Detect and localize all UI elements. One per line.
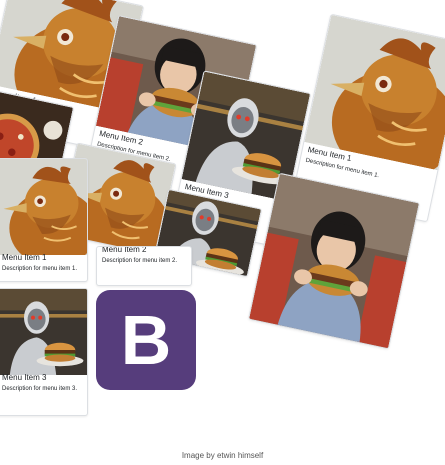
image-credit: Image by etwin himself bbox=[181, 451, 264, 460]
girl-burger-image bbox=[249, 174, 419, 349]
card-description: Description for menu item 2. bbox=[102, 258, 178, 264]
chicken-image bbox=[0, 159, 87, 255]
card-title: Menu Item 3 bbox=[2, 373, 47, 382]
menu-card: Menu Item 1 Description for menu item 1. bbox=[0, 158, 88, 282]
menu-card bbox=[247, 172, 421, 350]
menu-cards-collage: Menu Item 1 Description for menu item 1.… bbox=[0, 0, 445, 465]
menu-card: Menu Item 3 Description for menu item 3. bbox=[0, 288, 88, 416]
bootstrap-logo-icon: B bbox=[96, 290, 196, 390]
card-description: Description for menu item 3. bbox=[2, 386, 78, 392]
card-description: Description for menu item 1. bbox=[2, 266, 78, 272]
menu-card: Menu Item 2 Description for menu item 2. bbox=[96, 246, 192, 286]
card-title: Menu Item 1 bbox=[2, 253, 47, 262]
robot-burger-image bbox=[0, 289, 87, 375]
logo-letter: B bbox=[120, 301, 172, 379]
card-title: Menu Item 2 bbox=[102, 246, 147, 254]
